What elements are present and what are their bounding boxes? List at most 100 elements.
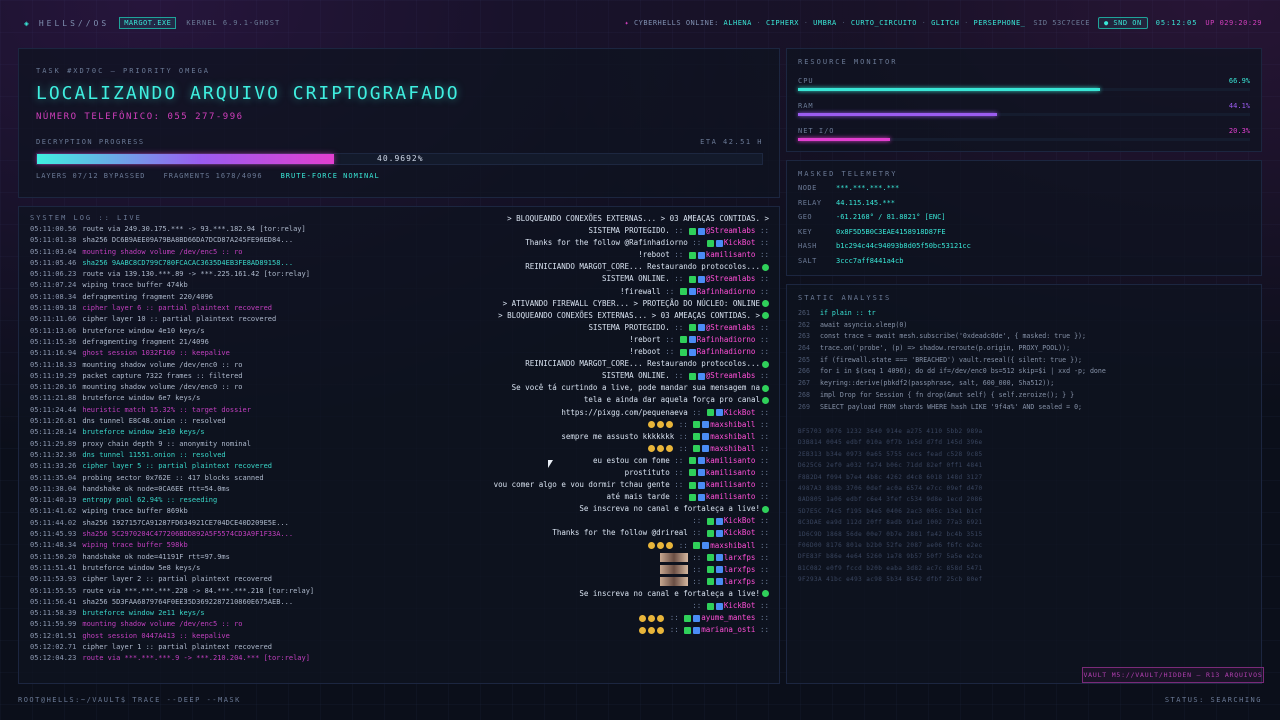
online-user[interactable]: PERSEPHONE_ xyxy=(974,19,1026,27)
image-emote-icon xyxy=(659,553,688,563)
chat-username[interactable]: KickBot xyxy=(724,238,756,247)
chat-username[interactable]: Rafinhadiorno xyxy=(697,335,756,344)
chat-username[interactable]: mariana_osti xyxy=(701,625,755,634)
resource-bar-fill xyxy=(798,88,1101,91)
decryption-progress-bar: 40.9692% xyxy=(36,153,763,165)
log-timestamp: 05:11:24.44 xyxy=(30,405,77,414)
verified-badge-icon xyxy=(693,614,701,622)
system-log-lines[interactable]: 05:11:00.56 route via 249.30.175.*** -> 9… xyxy=(30,224,530,680)
chat-text: Thanks for the follow @drireal xyxy=(552,528,688,538)
chat-username[interactable]: Rafinhadiorno xyxy=(697,347,756,356)
chat-message: SISTEMA ONLINE. :: @Streamlabs :: xyxy=(489,273,769,285)
online-user[interactable]: CIPHERX xyxy=(766,19,799,27)
chat-separator: :: xyxy=(692,601,706,610)
log-text: bruteforce window 6e7 keys/s xyxy=(82,394,201,403)
resource-value: 44.1% xyxy=(1228,102,1250,110)
terminal-prompt[interactable]: ROOT@HELLS:~/VAULT$ TRACE --DEEP --MASK xyxy=(18,696,241,704)
log-line: 05:11:45.93 sha256 5C2970204C477206BDD892… xyxy=(30,529,530,540)
log-timestamp: 05:11:45.93 xyxy=(30,530,77,539)
chat-separator: :: xyxy=(669,492,688,502)
chat-separator: :: xyxy=(755,613,769,623)
telemetry-key: HASH xyxy=(798,242,817,250)
chat-message: tela e ainda dar aquela força pro canal xyxy=(489,394,769,406)
chat-message: REINICIANDO MARGOT_CORE... Restaurando p… xyxy=(489,261,769,273)
hex-row: 1D6C9D 1868 56de 00e7 0b7e 2881 fa42 bc4… xyxy=(798,530,983,538)
chat-separator: :: xyxy=(669,250,688,260)
kick-badge-icon xyxy=(688,227,696,235)
chat-separator: :: xyxy=(755,516,769,526)
chat-username[interactable]: maxshiball xyxy=(710,541,755,550)
chat-username[interactable]: kamilisanto xyxy=(706,468,756,477)
chat-username[interactable]: @Streamlabs xyxy=(706,226,756,235)
chat-username[interactable]: KickBot xyxy=(724,601,756,610)
process-chip[interactable]: MARGOT.EXE xyxy=(119,17,177,29)
line-number: 266 xyxy=(798,367,810,376)
online-user[interactable]: GLITCH xyxy=(931,19,959,27)
telemetry-value: 0x8F5D5B0C3EAE4158918D87FE xyxy=(836,228,946,236)
resource-bar xyxy=(798,88,1250,91)
log-timestamp: 05:11:33.26 xyxy=(30,462,77,471)
online-user[interactable]: UMBRA xyxy=(813,19,837,27)
code-text: if (firewall.state === 'BREACHED') vault… xyxy=(820,355,1083,364)
chat-separator: :: xyxy=(755,455,769,465)
image-emote-icon xyxy=(659,565,688,575)
chat-username[interactable]: kamilisanto xyxy=(706,480,756,489)
verified-badge-icon xyxy=(715,566,723,574)
verified-badge-icon xyxy=(697,493,705,501)
chat-text: !reboot xyxy=(638,250,670,260)
code-listing[interactable]: 261 if plain :: tr 262 await asyncio.sleep(… xyxy=(798,308,1106,413)
chat-username[interactable]: maxshiball xyxy=(710,432,755,441)
chat-username[interactable]: larxfps xyxy=(724,577,756,586)
chat-overlay[interactable]: > BLOQUEANDO CONEXÕES EXTERNAS... > 03 A… xyxy=(489,213,769,681)
chat-username[interactable]: KickBot xyxy=(724,516,756,525)
chat-separator: :: xyxy=(755,238,769,248)
online-user[interactable]: CURTO_CIRCUITO xyxy=(851,19,917,27)
hex-row: 8AD805 1a06 edbf c6e4 3fef c534 9d8e 1ec… xyxy=(798,496,983,504)
chat-text: SISTEMA PROTEGIDO. xyxy=(588,322,670,332)
chat-message: :: larxfps :: xyxy=(489,552,769,564)
chat-separator: :: xyxy=(755,419,769,429)
chat-separator: :: xyxy=(674,540,693,550)
chat-username[interactable]: larxfps xyxy=(724,553,756,562)
log-text: sha256 5D3FAA6879764F0EE35D3692287210860… xyxy=(82,597,294,606)
chat-username[interactable]: @Streamlabs xyxy=(706,274,756,283)
chat-username[interactable]: kamilisanto xyxy=(706,492,756,501)
log-line: 05:11:55.55 route via ***.***.***.228 -> … xyxy=(30,586,530,597)
hex-dump[interactable]: BF5703 9076 1232 3640 914e a275 4110 5bb… xyxy=(798,426,983,585)
chat-username[interactable]: @Streamlabs xyxy=(706,371,756,380)
verified-badge-icon xyxy=(697,227,705,235)
chat-system-text: > BLOQUEANDO CONEXÕES EXTERNAS... > 03 A… xyxy=(507,214,769,223)
sound-toggle[interactable]: ● SND ON xyxy=(1097,17,1148,29)
log-line: 05:11:53.93 cipher layer 2 :: partial pla… xyxy=(30,574,530,585)
log-line: 05:11:29.89 proxy chain depth 9 :: anonym… xyxy=(30,439,530,450)
chat-username[interactable]: ayume_mantes xyxy=(701,613,755,622)
chat-message: :: maxshiball :: xyxy=(489,540,769,552)
chat-username[interactable]: @Streamlabs xyxy=(706,323,756,332)
code-line: 264 trace.on('probe', (p) => shadow.rerou… xyxy=(798,343,1106,355)
telemetry-key: GEO xyxy=(798,213,813,221)
kick-badge-icon xyxy=(688,481,696,489)
code-text: for i in $(seq 1 4096); do dd if=/dev/en… xyxy=(820,367,1106,376)
chat-username[interactable]: kamilisanto xyxy=(706,456,756,465)
line-number: 261 xyxy=(798,309,810,317)
chat-username[interactable]: larxfps xyxy=(724,565,756,574)
telemetry-row: KEY 0x8F5D5B0C3EAE4158918D87FE xyxy=(798,228,946,236)
chat-username[interactable]: maxshiball xyxy=(710,420,755,429)
online-user[interactable]: ALHENA xyxy=(724,19,752,27)
chat-message: sempre me assusto kkkkkkk :: maxshiball … xyxy=(489,431,769,443)
top-bar-left: ◈ HELLS//OS MARGOT.EXE KERNEL 6.9.1-GHOS… xyxy=(24,17,280,29)
chat-message: prostituto :: kamilisanto :: xyxy=(489,467,769,479)
chat-username[interactable]: kamilisanto xyxy=(706,250,756,259)
log-timestamp: 05:11:19.29 xyxy=(30,371,77,380)
chat-username[interactable]: KickBot xyxy=(724,408,756,417)
log-text: dns tunnel E8C48.onion :: resolved xyxy=(82,417,226,426)
log-text: sha256 9AABC8CD799C780FCACAC3635D4EB3FE8… xyxy=(82,258,294,267)
vault-indicator[interactable]: VAULT M5://VAULT/HIDDEN — R13 ARQUIVOS xyxy=(1082,667,1264,683)
chat-username[interactable]: KickBot xyxy=(724,528,756,537)
log-text: cipher layer 2 :: partial plaintext reco… xyxy=(82,575,273,584)
log-line: 05:11:26.81 dns tunnel E8C48.onion :: res… xyxy=(30,416,530,427)
chat-username[interactable]: maxshiball xyxy=(710,444,755,453)
chat-text: vou comer algo e vou dormir tchau gente xyxy=(493,480,670,490)
kick-badge-icon xyxy=(706,602,714,610)
chat-username[interactable]: Rafinhadiorno xyxy=(697,287,756,296)
